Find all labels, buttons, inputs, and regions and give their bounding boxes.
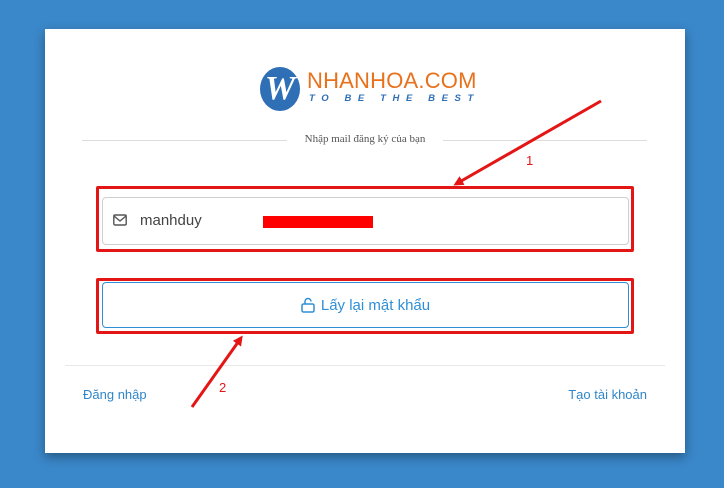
annotation-arrows [190, 99, 602, 408]
annotation-label-1: 1 [526, 153, 534, 168]
annotation-label-2: 2 [219, 380, 227, 395]
arrow-2 [190, 335, 243, 408]
arrow-1 [453, 99, 602, 186]
